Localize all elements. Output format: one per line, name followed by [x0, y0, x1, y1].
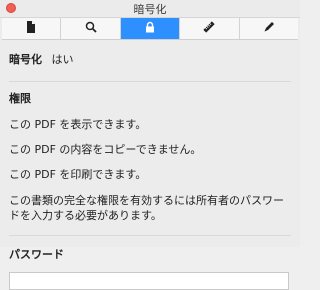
ruler-icon [203, 21, 216, 36]
password-heading: パスワード [9, 248, 64, 261]
inspector-content: 暗号化 はい 権限 この PDF を表示できます。 この PDF の内容をコピー… [0, 40, 300, 290]
title-bar: 暗号化 [0, 0, 300, 18]
document-icon [25, 21, 37, 36]
lock-icon [144, 21, 156, 36]
divider [9, 235, 291, 236]
tab-annotate[interactable] [240, 18, 298, 39]
permission-item: この PDF を印刷できます。 [9, 168, 147, 181]
pencil-icon [263, 21, 275, 36]
inspector-window: 暗号化 暗号化 はい 権限 この PDF を表示できます。 この PDF の内容… [0, 0, 300, 290]
search-icon [85, 21, 97, 36]
tab-document[interactable] [2, 18, 62, 39]
divider [9, 81, 291, 82]
encryption-label: 暗号化 [9, 53, 42, 66]
window-title: 暗号化 [133, 2, 167, 16]
encryption-value: はい [51, 53, 74, 66]
permissions-heading: 権限 [9, 92, 31, 105]
permission-item: この PDF の内容をコピーできません。 [9, 143, 202, 156]
permission-note: この書類の完全な権限を有効するには所有者のパスワードを入力する必要があります。 [9, 194, 284, 222]
close-button[interactable] [6, 3, 16, 13]
encryption-row: 暗号化 はい [9, 51, 291, 67]
tab-measure[interactable] [180, 18, 240, 39]
inspector-tabs [2, 18, 298, 40]
tab-search[interactable] [61, 18, 121, 39]
tab-encryption[interactable] [120, 18, 181, 39]
permission-item: この PDF を表示できます。 [9, 118, 147, 131]
password-field[interactable] [9, 272, 289, 290]
